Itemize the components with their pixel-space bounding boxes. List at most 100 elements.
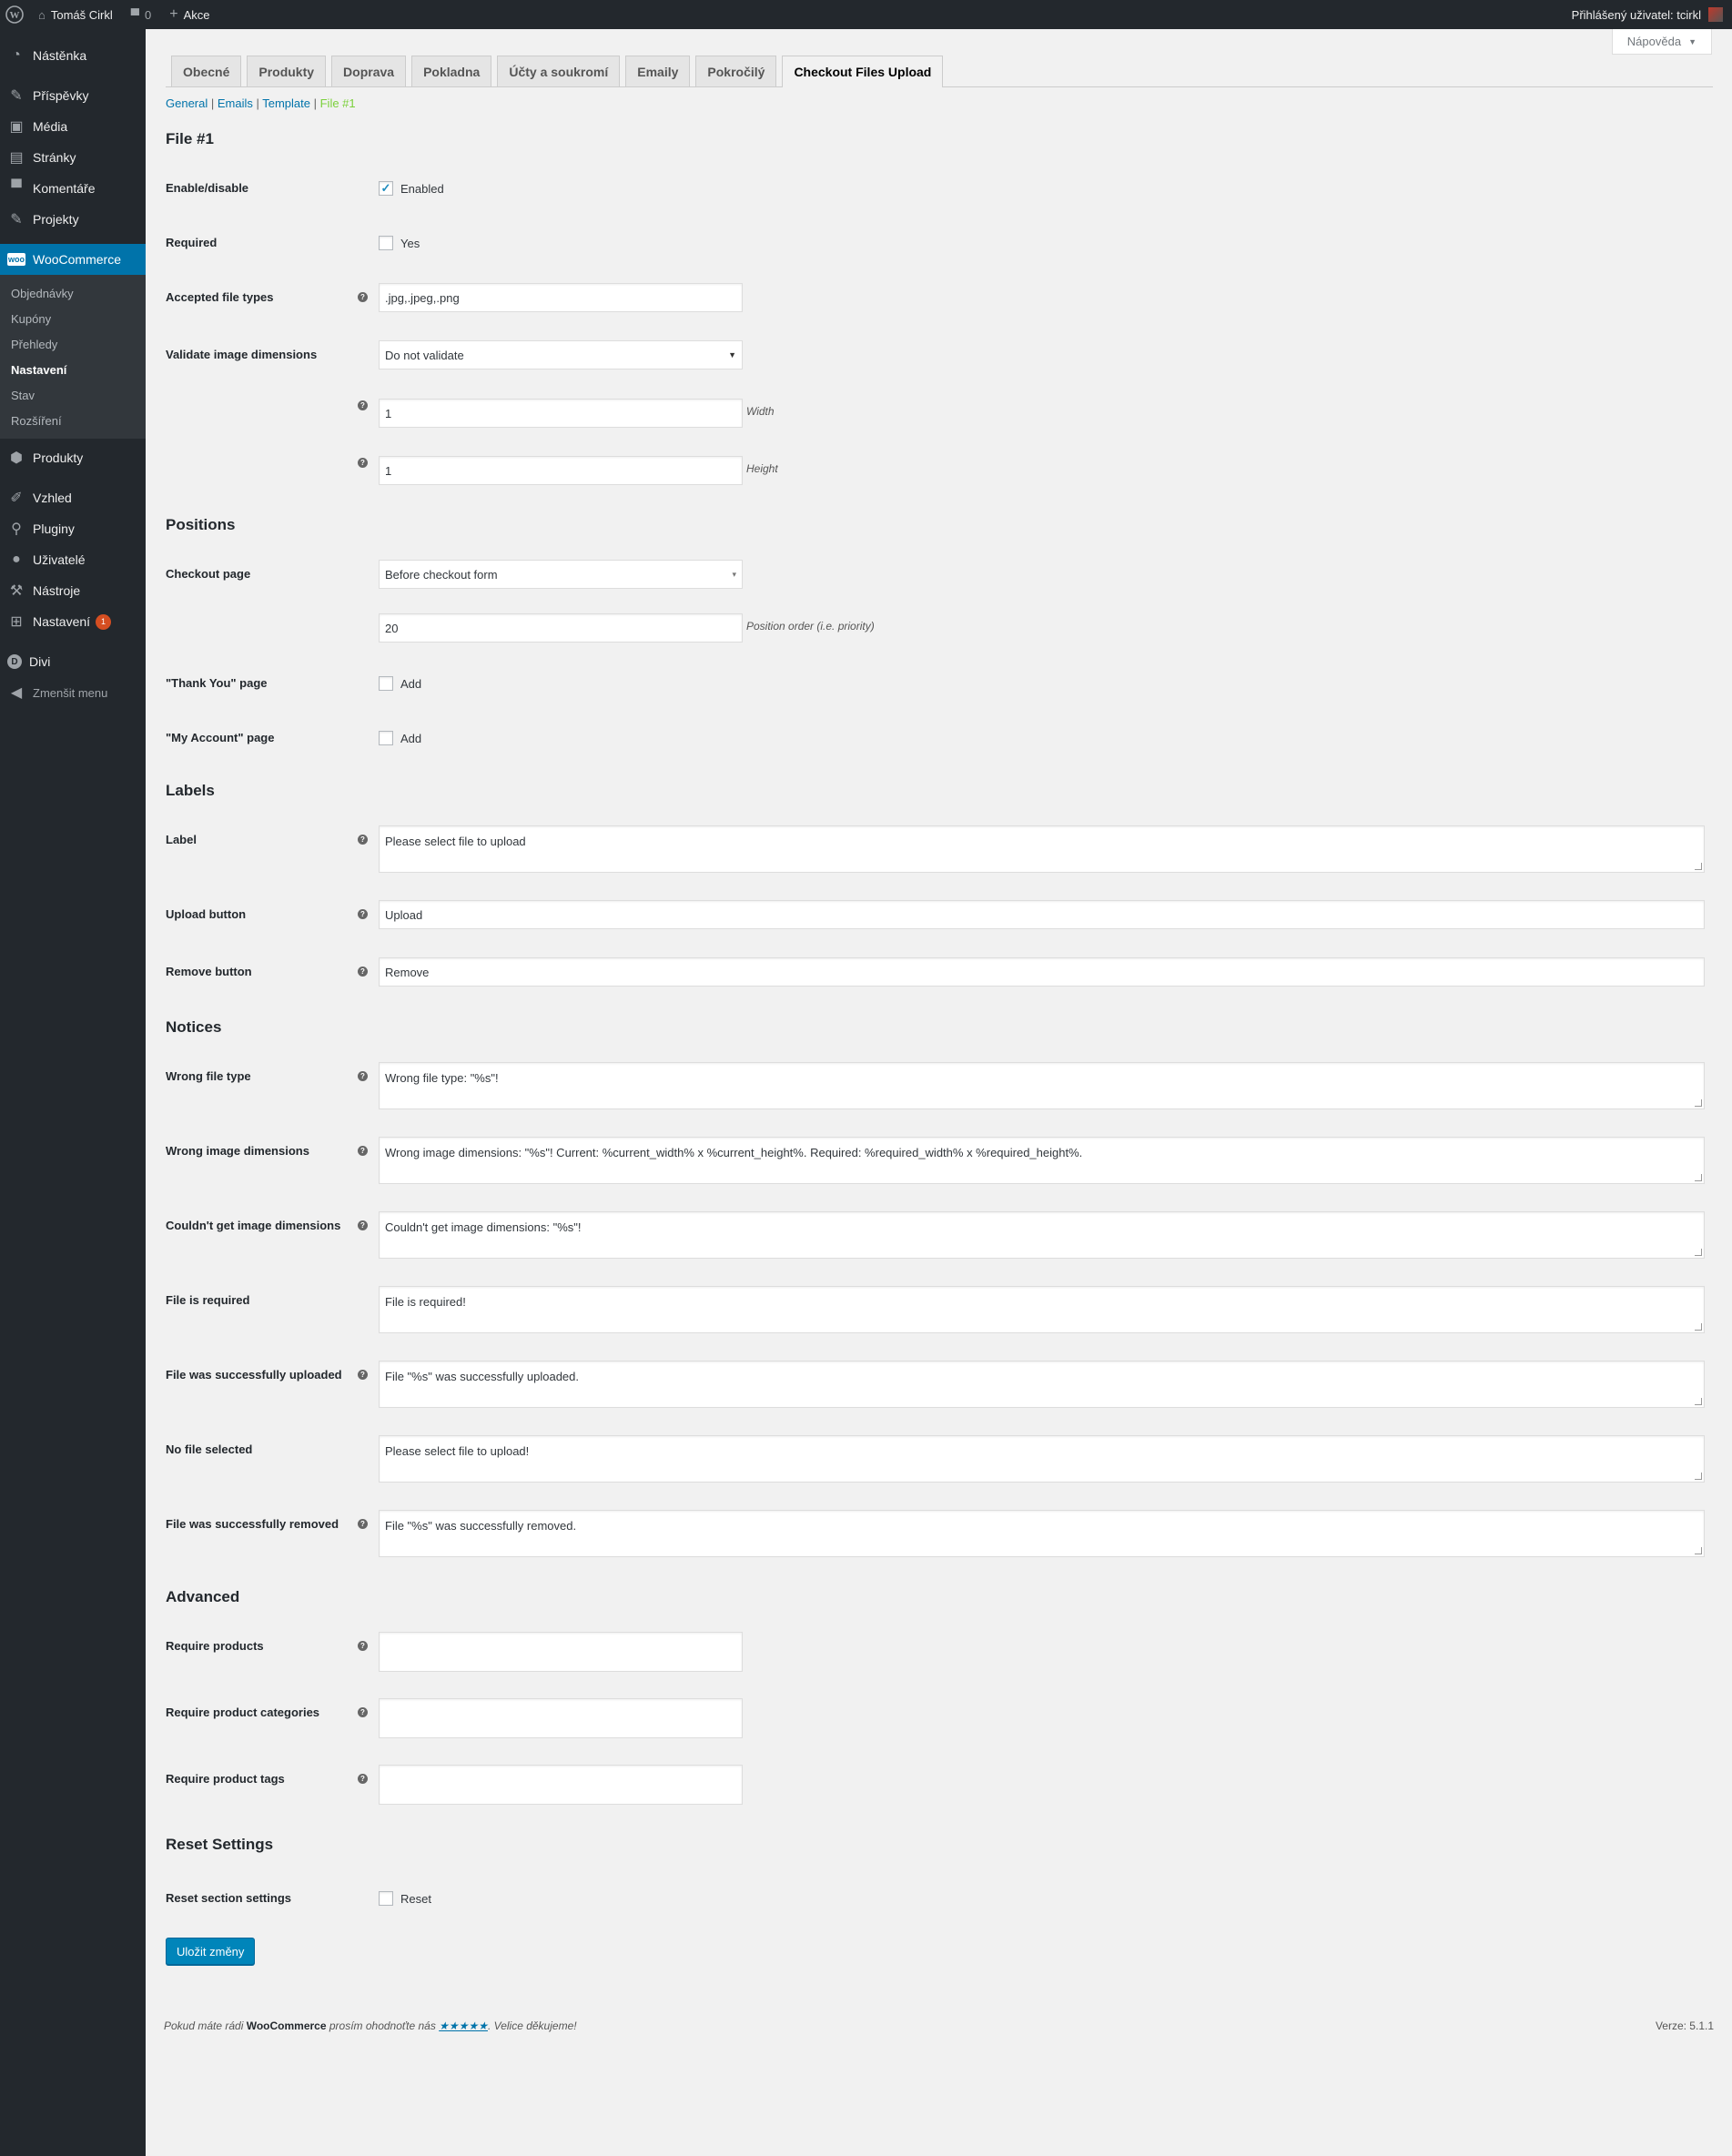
subnav-template[interactable]: Template	[262, 96, 310, 110]
footer-brand: WooCommerce	[246, 2019, 327, 2032]
require-products-select[interactable]	[379, 1632, 743, 1672]
help-tip-icon[interactable]: ?	[358, 1146, 368, 1156]
sidebar-item-pages[interactable]: ▤ Stránky	[0, 142, 146, 173]
footer-version: Verze: 5.1.1	[1655, 2019, 1714, 2032]
tab-general[interactable]: Obecné	[171, 56, 242, 86]
thank-you-page-checkbox[interactable]: Add	[379, 676, 421, 691]
sidebar-item-media[interactable]: ▣ Média	[0, 111, 146, 142]
wordpress-logo-icon[interactable]: W	[0, 0, 29, 29]
sidebar-item-dashboard[interactable]: ◔ Nástěnka	[0, 40, 146, 71]
footer-text: prosím ohodnoťte nás	[326, 2019, 440, 2032]
field-label: Couldn't get image dimensions	[166, 1219, 341, 1232]
file-removed-textarea[interactable]: File "%s" was successfully removed.	[379, 1510, 1705, 1557]
wrong-file-type-textarea[interactable]: Wrong file type: "%s"!	[379, 1062, 1705, 1109]
sidebar-item-users[interactable]: ● Uživatelé	[0, 544, 146, 575]
help-tip-icon[interactable]: ?	[358, 967, 368, 977]
field-label: Validate image dimensions	[166, 348, 318, 361]
save-changes-button[interactable]: Uložit změny	[166, 1938, 256, 1965]
field-label: Reset section settings	[166, 1891, 291, 1905]
sidebar-item-label: Uživatelé	[33, 552, 86, 567]
required-checkbox[interactable]: Yes	[379, 236, 420, 250]
my-account-link[interactable]: Přihlášený uživatel: tcirkl	[1572, 0, 1723, 29]
tab-checkout[interactable]: Pokladna	[411, 56, 492, 86]
sidebar-item-products[interactable]: ⬢ Produkty	[0, 442, 146, 473]
tab-emails[interactable]: Emaily	[625, 56, 691, 86]
sidebar-item-comments[interactable]: ▀ Komentáře	[0, 173, 146, 204]
rating-stars-link[interactable]: ★★★★★	[439, 2019, 488, 2032]
woocommerce-icon: woo	[7, 253, 25, 266]
settings-tabs: Obecné Produkty Doprava Pokladna Účty a …	[166, 29, 1713, 87]
collapse-menu-button[interactable]: ◀ Zmenšit menu	[0, 677, 146, 708]
submenu-item-reports[interactable]: Přehledy	[0, 331, 146, 357]
file-uploaded-textarea[interactable]: File "%s" was successfully uploaded.	[379, 1361, 1705, 1408]
submenu-item-orders[interactable]: Objednávky	[0, 280, 146, 306]
position-order-input[interactable]: 20	[379, 613, 743, 643]
site-name-link[interactable]: ⌂ Tomáš Cirkl	[29, 0, 122, 29]
sidebar-item-appearance[interactable]: ✐ Vzhled	[0, 482, 146, 513]
comments-link[interactable]: ▀ 0	[122, 0, 160, 29]
help-tip-icon[interactable]: ?	[358, 1071, 368, 1081]
sidebar-item-label: Stránky	[33, 150, 76, 165]
tab-accounts-privacy[interactable]: Účty a soukromí	[497, 56, 621, 86]
sidebar-item-woocommerce[interactable]: woo WooCommerce	[0, 244, 146, 275]
sidebar-item-plugins[interactable]: ⚲ Pluginy	[0, 513, 146, 544]
help-tip-icon[interactable]: ?	[358, 292, 368, 302]
help-tip-icon[interactable]: ?	[358, 400, 368, 410]
file-required-textarea[interactable]: File is required!	[379, 1286, 1705, 1333]
help-tip-icon[interactable]: ?	[358, 1370, 368, 1380]
select-value: Before checkout form	[385, 567, 498, 582]
submenu-item-extensions[interactable]: Rozšíření	[0, 408, 146, 433]
upload-button-label-input[interactable]: Upload	[379, 900, 1705, 929]
require-categories-select[interactable]	[379, 1698, 743, 1738]
subnav-file-1[interactable]: File #1	[320, 96, 356, 110]
tools-icon: ⚒	[9, 583, 24, 599]
comments-count: 0	[144, 7, 152, 22]
my-account-page-checkbox[interactable]: Add	[379, 731, 421, 745]
new-content-label: Akce	[183, 7, 210, 22]
no-file-selected-textarea[interactable]: Please select file to upload!	[379, 1435, 1705, 1483]
help-tip-icon[interactable]: ?	[358, 1220, 368, 1230]
remove-button-label-input[interactable]: Remove	[379, 957, 1705, 987]
require-tags-select[interactable]	[379, 1765, 743, 1805]
help-tip-icon[interactable]: ?	[358, 835, 368, 845]
validate-dimensions-select[interactable]: Do not validate ▼	[379, 340, 743, 369]
new-content-link[interactable]: + Akce	[160, 0, 218, 29]
plugins-icon: ⚲	[11, 521, 22, 537]
help-tip-icon[interactable]: ?	[358, 1519, 368, 1529]
help-tip-icon[interactable]: ?	[358, 1641, 368, 1651]
sidebar-item-label: Nastavení	[33, 614, 91, 629]
help-tip-icon[interactable]: ?	[358, 458, 368, 468]
label-textarea[interactable]: Please select file to upload	[379, 825, 1705, 873]
checkbox-box	[379, 676, 393, 691]
wrong-image-dimensions-textarea[interactable]: Wrong image dimensions: "%s"! Current: %…	[379, 1137, 1705, 1184]
help-tip-icon[interactable]: ?	[358, 1774, 368, 1784]
checkbox-label: Add	[400, 676, 422, 691]
checkout-position-select[interactable]: Before checkout form ▾	[379, 560, 743, 589]
tab-shipping[interactable]: Doprava	[331, 56, 407, 86]
submenu-item-coupons[interactable]: Kupóny	[0, 306, 146, 331]
sidebar-item-divi[interactable]: D Divi	[0, 646, 146, 677]
submenu-item-status[interactable]: Stav	[0, 382, 146, 408]
enabled-checkbox[interactable]: ✓ Enabled	[379, 181, 444, 196]
accepted-file-types-input[interactable]: .jpg,.jpeg,.png	[379, 283, 743, 312]
sidebar-item-posts[interactable]: ✎ Příspěvky	[0, 80, 146, 111]
help-tip-icon[interactable]: ?	[358, 909, 368, 919]
submenu-item-settings[interactable]: Nastavení	[0, 357, 146, 382]
sidebar-item-settings[interactable]: ⊞ Nastavení 1	[0, 606, 146, 637]
tab-advanced[interactable]: Pokročilý	[695, 56, 777, 86]
cannot-get-dimensions-textarea[interactable]: Couldn't get image dimensions: "%s"!	[379, 1211, 1705, 1259]
image-height-input[interactable]: 1	[379, 456, 743, 485]
subnav-emails[interactable]: Emails	[218, 96, 253, 110]
sidebar-item-label: Projekty	[33, 212, 79, 227]
sidebar-item-projects[interactable]: ✎ Projekty	[0, 204, 146, 235]
help-tip-icon[interactable]: ?	[358, 1707, 368, 1717]
sidebar-item-label: Nástroje	[33, 583, 81, 598]
image-width-input[interactable]: 1	[379, 399, 743, 428]
tab-checkout-files-upload[interactable]: Checkout Files Upload	[782, 56, 944, 87]
sidebar-item-tools[interactable]: ⚒ Nástroje	[0, 575, 146, 606]
user-greeting: Přihlášený uživatel: tcirkl	[1571, 7, 1701, 22]
tab-products[interactable]: Produkty	[247, 56, 327, 86]
subnav-general[interactable]: General	[166, 96, 208, 110]
reset-checkbox[interactable]: Reset	[379, 1891, 431, 1906]
sidebar-item-label: Zmenšit menu	[33, 685, 108, 700]
